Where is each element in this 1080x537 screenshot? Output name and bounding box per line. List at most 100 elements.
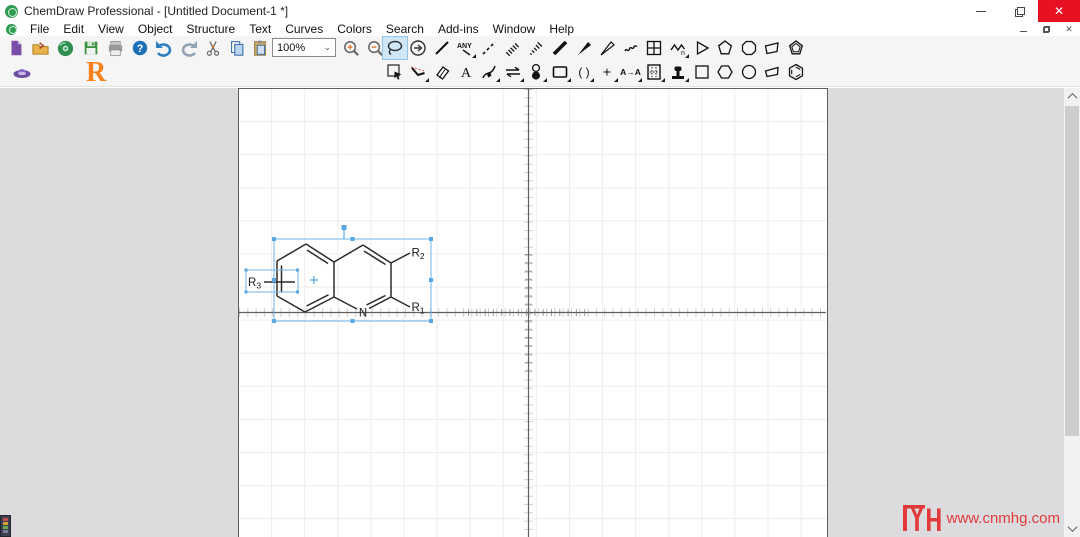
menu-object[interactable]: Object bbox=[131, 22, 180, 36]
menu-text[interactable]: Text bbox=[242, 22, 278, 36]
bold-bond-icon bbox=[552, 40, 568, 56]
orbital-tool[interactable] bbox=[525, 61, 549, 83]
plus-tool[interactable]: + bbox=[595, 61, 619, 83]
hashed-wedge-icon bbox=[530, 41, 543, 56]
chevron-up-icon bbox=[1067, 92, 1077, 103]
hollow-wedge-icon bbox=[600, 41, 616, 56]
marquee-rect-tool[interactable] bbox=[383, 61, 407, 83]
circle-template-tool[interactable] bbox=[737, 61, 761, 83]
square-template-tool[interactable] bbox=[690, 61, 714, 83]
toolbar-secondary: R A () + A→A bbox=[0, 57, 1080, 89]
print-button[interactable] bbox=[104, 37, 127, 59]
menu-edit[interactable]: Edit bbox=[56, 22, 91, 36]
bend-tool[interactable] bbox=[407, 61, 431, 83]
zoom-level-value: 100% bbox=[277, 41, 306, 54]
atom-label-r2: R2 bbox=[412, 248, 425, 262]
quad-template-tool[interactable] bbox=[761, 61, 785, 83]
menu-addins[interactable]: Add-ins bbox=[431, 22, 486, 36]
pentagon-ring-tool[interactable] bbox=[713, 37, 737, 59]
hashed-bond-icon bbox=[505, 42, 519, 57]
template-stamp-tool[interactable] bbox=[666, 61, 690, 83]
chemdraw-window: ChemDraw Professional - [Untitled Docume… bbox=[0, 0, 1080, 537]
menu-file[interactable]: File bbox=[23, 22, 56, 36]
bracket-tool[interactable]: ( ) bbox=[572, 61, 596, 83]
marquee-oval-tool[interactable] bbox=[407, 37, 431, 59]
flexible-ring-icon bbox=[765, 42, 780, 55]
wavy-bond-tool[interactable] bbox=[619, 37, 643, 59]
pen-tool[interactable] bbox=[477, 61, 501, 83]
new-document-icon bbox=[11, 40, 21, 56]
help-button[interactable]: ? bbox=[128, 37, 151, 59]
vertical-scrollbar[interactable] bbox=[1064, 88, 1080, 537]
rotation-handle[interactable] bbox=[341, 225, 347, 230]
cut-scissors-icon bbox=[206, 41, 219, 56]
solid-bond-icon bbox=[435, 41, 449, 55]
zoom-in-button[interactable] bbox=[340, 37, 363, 59]
mdi-restore-button[interactable] bbox=[1039, 24, 1053, 35]
benzene-template-tool[interactable] bbox=[784, 61, 808, 83]
text-tool[interactable]: A bbox=[454, 61, 478, 83]
atom-map-tool[interactable]: A→A bbox=[619, 61, 643, 83]
reaction-arrow-tool[interactable] bbox=[501, 61, 525, 83]
any-bond-tool[interactable]: ANY bbox=[454, 37, 478, 59]
hollow-wedge-bond-tool[interactable] bbox=[595, 37, 619, 59]
mdi-close-button[interactable]: ✕ bbox=[1062, 24, 1076, 35]
wedge-bond-tool[interactable] bbox=[572, 37, 596, 59]
new-document-button[interactable] bbox=[4, 37, 27, 59]
menu-window[interactable]: Window bbox=[486, 22, 543, 36]
bold-bond-tool[interactable] bbox=[548, 37, 572, 59]
scroll-up-button[interactable] bbox=[1064, 88, 1080, 105]
minimize-button[interactable] bbox=[962, 0, 1000, 22]
rgroup-tool[interactable]: R bbox=[86, 57, 106, 89]
triangle-ring-tool[interactable] bbox=[690, 37, 714, 59]
save-button[interactable] bbox=[79, 37, 102, 59]
drawing-box-tool[interactable] bbox=[548, 61, 572, 83]
copy-button[interactable] bbox=[225, 37, 248, 59]
square-template-icon bbox=[694, 65, 709, 79]
quinoline-structure[interactable] bbox=[264, 243, 411, 313]
menu-structure[interactable]: Structure bbox=[180, 22, 243, 36]
cut-button[interactable] bbox=[201, 37, 224, 59]
scroll-down-button[interactable] bbox=[1064, 520, 1080, 537]
close-button[interactable]: ✕ bbox=[1038, 0, 1080, 22]
octagon-ring-icon bbox=[741, 40, 756, 56]
open-document-button[interactable] bbox=[29, 37, 52, 59]
wedge-bond-icon bbox=[577, 42, 591, 55]
save-cd-button[interactable] bbox=[54, 37, 77, 59]
color-palette-fragment[interactable] bbox=[0, 515, 11, 537]
menu-curves[interactable]: Curves bbox=[278, 22, 330, 36]
triangle-ring-icon bbox=[696, 40, 709, 56]
eraser-icon bbox=[436, 66, 450, 80]
open-folder-icon bbox=[32, 41, 49, 55]
wavy-bond-icon bbox=[624, 45, 638, 52]
menu-search[interactable]: Search bbox=[379, 22, 431, 36]
scrollbar-thumb[interactable] bbox=[1065, 106, 1079, 436]
lasso-tool[interactable] bbox=[382, 36, 408, 60]
paste-button[interactable] bbox=[248, 37, 271, 59]
pentagon-3d-ring-tool[interactable] bbox=[784, 37, 808, 59]
bond-tool-strip: ANY n bbox=[382, 36, 808, 60]
svg-text:?: ? bbox=[136, 43, 143, 55]
redo-button[interactable] bbox=[177, 37, 200, 59]
zoom-level-select[interactable]: 100% ⌄ bbox=[272, 38, 336, 57]
undo-button[interactable] bbox=[152, 37, 175, 59]
polymer-bead-tool[interactable]: n bbox=[666, 37, 690, 59]
collections-button[interactable] bbox=[10, 61, 33, 83]
hexagon-template-tool[interactable] bbox=[713, 61, 737, 83]
mdi-minimize-button[interactable] bbox=[1016, 24, 1030, 35]
menu-view[interactable]: View bbox=[91, 22, 131, 36]
menu-help[interactable]: Help bbox=[542, 22, 581, 36]
table-tool[interactable] bbox=[643, 37, 667, 59]
atom-label-r3: R3 bbox=[248, 277, 261, 291]
menu-colors[interactable]: Colors bbox=[330, 22, 379, 36]
dashed-bond-tool[interactable] bbox=[477, 37, 501, 59]
restore-button[interactable] bbox=[1000, 0, 1038, 22]
drawing-canvas[interactable]: N R2 R1 R3 bbox=[238, 88, 828, 537]
flexible-ring-tool[interactable] bbox=[761, 37, 785, 59]
octagon-ring-tool[interactable] bbox=[737, 37, 761, 59]
table-grid-tool[interactable] bbox=[643, 61, 667, 83]
eraser-tool[interactable] bbox=[430, 61, 454, 83]
solid-bond-tool[interactable] bbox=[430, 37, 454, 59]
hashed-wedge-bond-tool[interactable] bbox=[525, 37, 549, 59]
hashed-bond-tool[interactable] bbox=[501, 37, 525, 59]
